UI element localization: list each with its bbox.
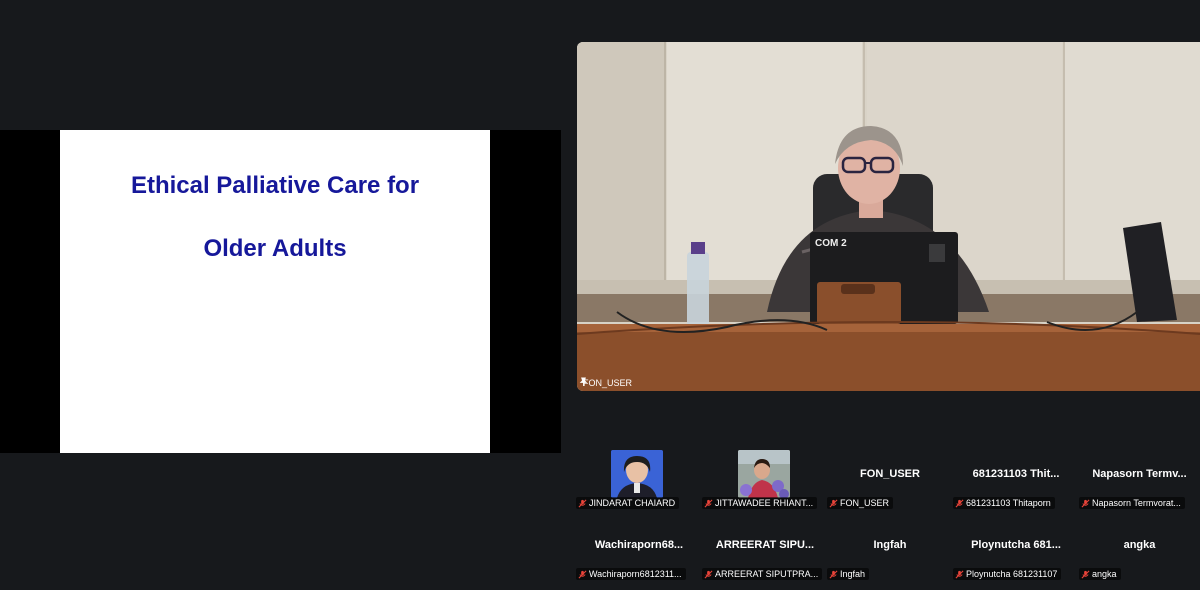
participant-tile[interactable]: JITTAWADEE RHIANT... (702, 450, 828, 516)
participant-tag-text: Wachiraporn6812311... (589, 569, 682, 579)
slide-title-line-1: Ethical Palliative Care for (130, 172, 420, 199)
participant-tag-text: Napasorn Termvorat... (1092, 498, 1181, 508)
mic-muted-icon (704, 499, 713, 508)
mic-muted-icon (829, 570, 838, 579)
participant-tile[interactable]: ARREERAT SIPU... ARREERAT SIPUTPRA... (702, 521, 828, 587)
participant-name-tag: JINDARAT CHAIARD (576, 497, 680, 509)
shared-screen: Ethical Palliative Care for Older Adults (0, 130, 561, 453)
mic-muted-icon (955, 570, 964, 579)
speaker-name: FON_USER (583, 378, 633, 388)
participant-tag-text: 681231103 Thitaporn (966, 498, 1051, 508)
participant-tile[interactable]: Ploynutcha 681... Ploynutcha 681231107 (953, 521, 1079, 587)
participant-tag-text: FON_USER (840, 498, 890, 508)
participant-display-name: 681231103 Thit... (972, 468, 1060, 480)
slide-title-line-2: Older Adults (203, 235, 347, 262)
laptop-label: COM 2 (815, 238, 847, 249)
participant-name-tag: Napasorn Termvorat... (1079, 497, 1185, 509)
participant-name-tag: 681231103 Thitaporn (953, 497, 1055, 509)
participant-name-tag: FON_USER (827, 497, 894, 509)
avatar (611, 450, 663, 498)
participant-name-tag: Ingfah (827, 568, 870, 580)
avatar (738, 450, 790, 498)
participant-display-name: Ploynutcha 681... (971, 539, 1061, 551)
participant-tile[interactable]: 681231103 Thit... 681231103 Thitaporn (953, 450, 1079, 516)
participant-display-name: FON_USER (860, 468, 920, 480)
presentation-slide: Ethical Palliative Care for Older Adults (60, 130, 490, 453)
mic-muted-icon (704, 570, 713, 579)
participant-tag-text: angka (1092, 569, 1117, 579)
participant-name-tag: angka (1079, 568, 1121, 580)
participant-tile[interactable]: Ingfah Ingfah (827, 521, 953, 587)
participant-display-name: Napasorn Termv... (1092, 468, 1187, 480)
mic-muted-icon (1081, 570, 1090, 579)
participant-display-name: angka (1123, 539, 1156, 551)
speaker-name-tag: FON_USER (579, 377, 636, 389)
participant-name-tag: JITTAWADEE RHIANT... (702, 497, 818, 509)
participant-tile[interactable]: JINDARAT CHAIARD (576, 450, 702, 516)
participant-display-name: Ingfah (873, 539, 907, 551)
participant-name-tag: Ploynutcha 681231107 (953, 568, 1062, 580)
participant-tag-text: ARREERAT SIPUTPRA... (715, 569, 819, 579)
mic-muted-icon (955, 499, 964, 508)
participant-name-tag: ARREERAT SIPUTPRA... (702, 568, 823, 580)
speaker-video-frame: COM 2 (577, 42, 1200, 391)
participant-display-name: Wachiraporn68... (594, 539, 684, 551)
mic-muted-icon (1081, 499, 1090, 508)
mic-muted-icon (578, 570, 587, 579)
participant-tag-text: Ingfah (840, 569, 866, 579)
mic-muted-icon (578, 499, 587, 508)
active-speaker-video[interactable]: COM 2 FON_USER (577, 42, 1200, 391)
participant-tile[interactable]: angka angka (1079, 521, 1200, 587)
mic-muted-icon (829, 499, 838, 508)
participant-tag-text: JITTAWADEE RHIANT... (715, 498, 814, 508)
participant-tile[interactable]: Napasorn Termv... Napasorn Termvorat... (1079, 450, 1200, 516)
participant-tile[interactable]: FON_USER FON_USER (827, 450, 953, 516)
participant-display-name: ARREERAT SIPU... (715, 539, 815, 551)
participant-tag-text: Ploynutcha 681231107 (966, 569, 1058, 579)
participant-tag-text: JINDARAT CHAIARD (589, 498, 676, 508)
participant-tile[interactable]: Wachiraporn68... Wachiraporn6812311... (576, 521, 702, 587)
participant-name-tag: Wachiraporn6812311... (576, 568, 686, 580)
